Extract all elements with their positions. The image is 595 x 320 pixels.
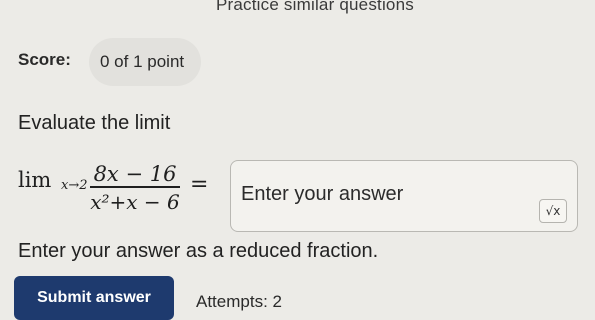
answer-input[interactable]: Enter your answer √x: [230, 160, 578, 232]
fraction-denominator: x²+x − 6: [90, 190, 180, 214]
score-label: Score:: [18, 50, 71, 69]
fraction-bar: [90, 186, 180, 188]
score-badge: 0 of 1 point: [89, 38, 201, 86]
score-value: 0 of 1 point: [100, 52, 185, 71]
practice-similar-link[interactable]: Practice similar questions: [216, 0, 414, 15]
limit-subscript: x→2: [61, 178, 88, 193]
question-prompt: Evaluate the limit: [18, 112, 171, 134]
submit-answer-button[interactable]: Submit answer: [14, 276, 174, 320]
answer-placeholder: Enter your answer: [241, 183, 404, 205]
answer-hint: Enter your answer as a reduced fraction.: [18, 240, 379, 262]
equals-sign: =: [190, 172, 209, 197]
limit-word: lim: [18, 168, 52, 192]
attempts-counter: Attempts: 2: [196, 292, 282, 311]
sqrt-button[interactable]: √x: [539, 199, 567, 223]
fraction-numerator: 8x − 16: [93, 162, 177, 186]
